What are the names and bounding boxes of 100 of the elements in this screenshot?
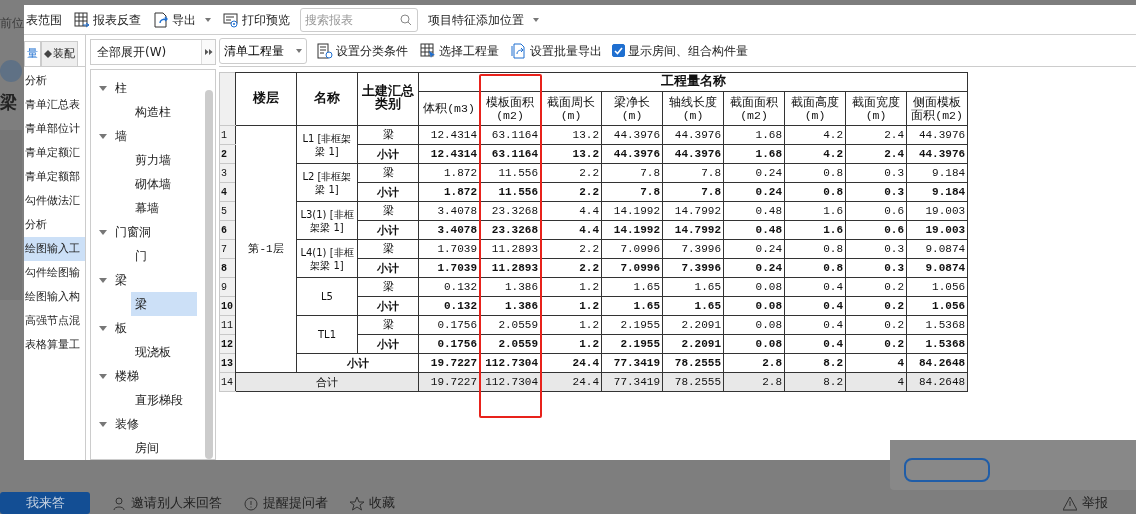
expanded-caret-icon[interactable] [99,133,107,139]
tree-item[interactable]: 门 [131,244,197,268]
table-cell: 小计 [357,144,419,164]
tree-group-label[interactable]: 梁 [115,271,127,289]
tree-item[interactable]: 剪力墙 [131,148,197,172]
report-list-item[interactable]: 青单部位计 [24,117,85,141]
table-cell: L2 [非框架梁 1] [296,163,358,202]
report-list-item[interactable]: 绘图输入工 [24,237,85,261]
table-cell: 7.3996 [662,239,724,259]
table-cell: 0.2 [845,296,907,316]
table-cell: 1.65 [662,277,724,297]
tree-item[interactable]: 房间 [131,436,197,459]
tree-item[interactable]: 梁 [131,292,197,316]
column-header: 名称 [296,72,358,126]
table-cell: 0.08 [723,334,785,354]
table-cell: 1.65 [601,296,663,316]
tree-item[interactable]: 直形梯段 [131,388,197,412]
table-cell: 4.2 [784,144,846,164]
table-cell: 7.0996 [601,239,663,259]
report-list-item[interactable]: 绘图输入构 [24,285,85,309]
tree-group-label[interactable]: 楼梯 [115,367,139,385]
table-cell: 9.0874 [906,258,968,278]
tree-group-label[interactable]: 墙 [115,127,127,145]
tree-group-label[interactable]: 柱 [115,79,127,97]
table-cell: 14.1992 [601,220,663,240]
expanded-caret-icon[interactable] [99,373,107,379]
table-cell: 0.6 [845,201,907,221]
answer-button[interactable]: 我来答 [0,492,90,514]
table-cell: 0.3 [845,182,907,202]
double-arrow-icon [204,48,213,56]
list-settings-icon [317,42,333,59]
tab[interactable]: 量 [24,40,41,66]
table-cell: 44.3976 [906,144,968,164]
avatar-circle [0,60,22,82]
table-cell: 7.8 [601,182,663,202]
table-cell: TL1 [296,315,358,354]
table-cell: 2.2 [540,239,602,259]
report-list-item[interactable]: 分析 [24,213,85,237]
table-cell: 2.2091 [662,315,724,335]
column-header: 截面面积(m2) [723,91,785,126]
report-list-item[interactable]: 青单定额部 [24,165,85,189]
expanded-caret-icon[interactable] [99,325,107,331]
expanded-caret-icon[interactable] [99,277,107,283]
star-icon [350,495,364,511]
tree-group-label[interactable]: 门窗洞 [115,223,151,241]
table-cell: 7.3996 [662,258,724,278]
action-link[interactable]: 邀请别人来回答 [131,493,222,513]
toolbar-button[interactable]: 报表反查 [72,10,143,29]
report-list-item[interactable]: 青单定额汇 [24,141,85,165]
table-cell: 1.68 [723,144,785,164]
tree-item[interactable]: 现浇板 [131,340,197,364]
tree-group-label[interactable]: 装修 [115,415,139,433]
toolbar-button[interactable]: 打印预览 [221,10,292,29]
tree-item[interactable]: 构造柱 [131,100,197,124]
action-link[interactable]: 提醒提问者 [263,493,328,513]
action-link[interactable]: 收藏 [369,493,395,513]
table-cell: 0.48 [723,201,785,221]
print-preview-icon [223,11,239,28]
report-list-item[interactable]: 勾件绘图输 [24,261,85,285]
table-cell: 1.65 [601,277,663,297]
scrollbar-thumb[interactable] [205,90,213,459]
table-cell: 0.2 [845,315,907,335]
report-list-item[interactable]: 勾件做法汇 [24,189,85,213]
toolbar-button[interactable]: 导出 [151,10,213,29]
table-cell: 梁 [357,201,419,221]
info-icon [244,495,258,511]
grid-cursor-icon [420,42,436,59]
report-list-item[interactable]: 青单汇总表 [24,93,85,117]
expanded-caret-icon[interactable] [99,85,107,91]
table-cell: 0.24 [723,239,785,259]
action-link[interactable]: 举报 [1082,493,1108,513]
report-list-item[interactable]: 分析 [24,69,85,93]
dropdown[interactable]: 清单工程量 [219,37,307,64]
report-list-item[interactable]: 表格算量工 [24,333,85,357]
column-header: 侧面模板面积(m2) [906,91,968,126]
caret-icon [296,48,302,53]
toolbar-button[interactable]: 设置批量导出 [509,41,604,60]
table-cell: 4 [845,353,907,373]
table-cell: 小计 [357,182,419,202]
table-cell: 1.5368 [906,334,968,354]
report-list-item[interactable]: 高强节点混 [24,309,85,333]
toolbar-button[interactable]: 表范围 [24,10,64,29]
table-cell: 9.184 [906,182,968,202]
expanded-caret-icon[interactable] [99,229,107,235]
page-heading: 梁 [0,91,18,114]
search-field[interactable]: 搜索报表 [300,7,418,32]
table-cell: 0.24 [723,182,785,202]
tab[interactable]: 装配 [41,40,78,66]
table-cell: L1 [非框架梁 1] [296,125,358,164]
tree-item[interactable]: 砌体墙 [131,172,197,196]
expand-dropdown[interactable]: 全部展开(W) [90,39,216,65]
table-cell: 13.2 [540,144,602,164]
toolbar-button[interactable]: 选择工程量 [418,41,501,60]
dropdown[interactable]: 项目特征添加位置 [426,10,541,29]
table-cell: 0.2 [845,334,907,354]
checkbox[interactable] [612,44,625,57]
toolbar-button[interactable]: 设置分类条件 [315,41,410,60]
tree-item[interactable]: 幕墙 [131,196,197,220]
expanded-caret-icon[interactable] [99,421,107,427]
tree-group-label[interactable]: 板 [115,319,127,337]
